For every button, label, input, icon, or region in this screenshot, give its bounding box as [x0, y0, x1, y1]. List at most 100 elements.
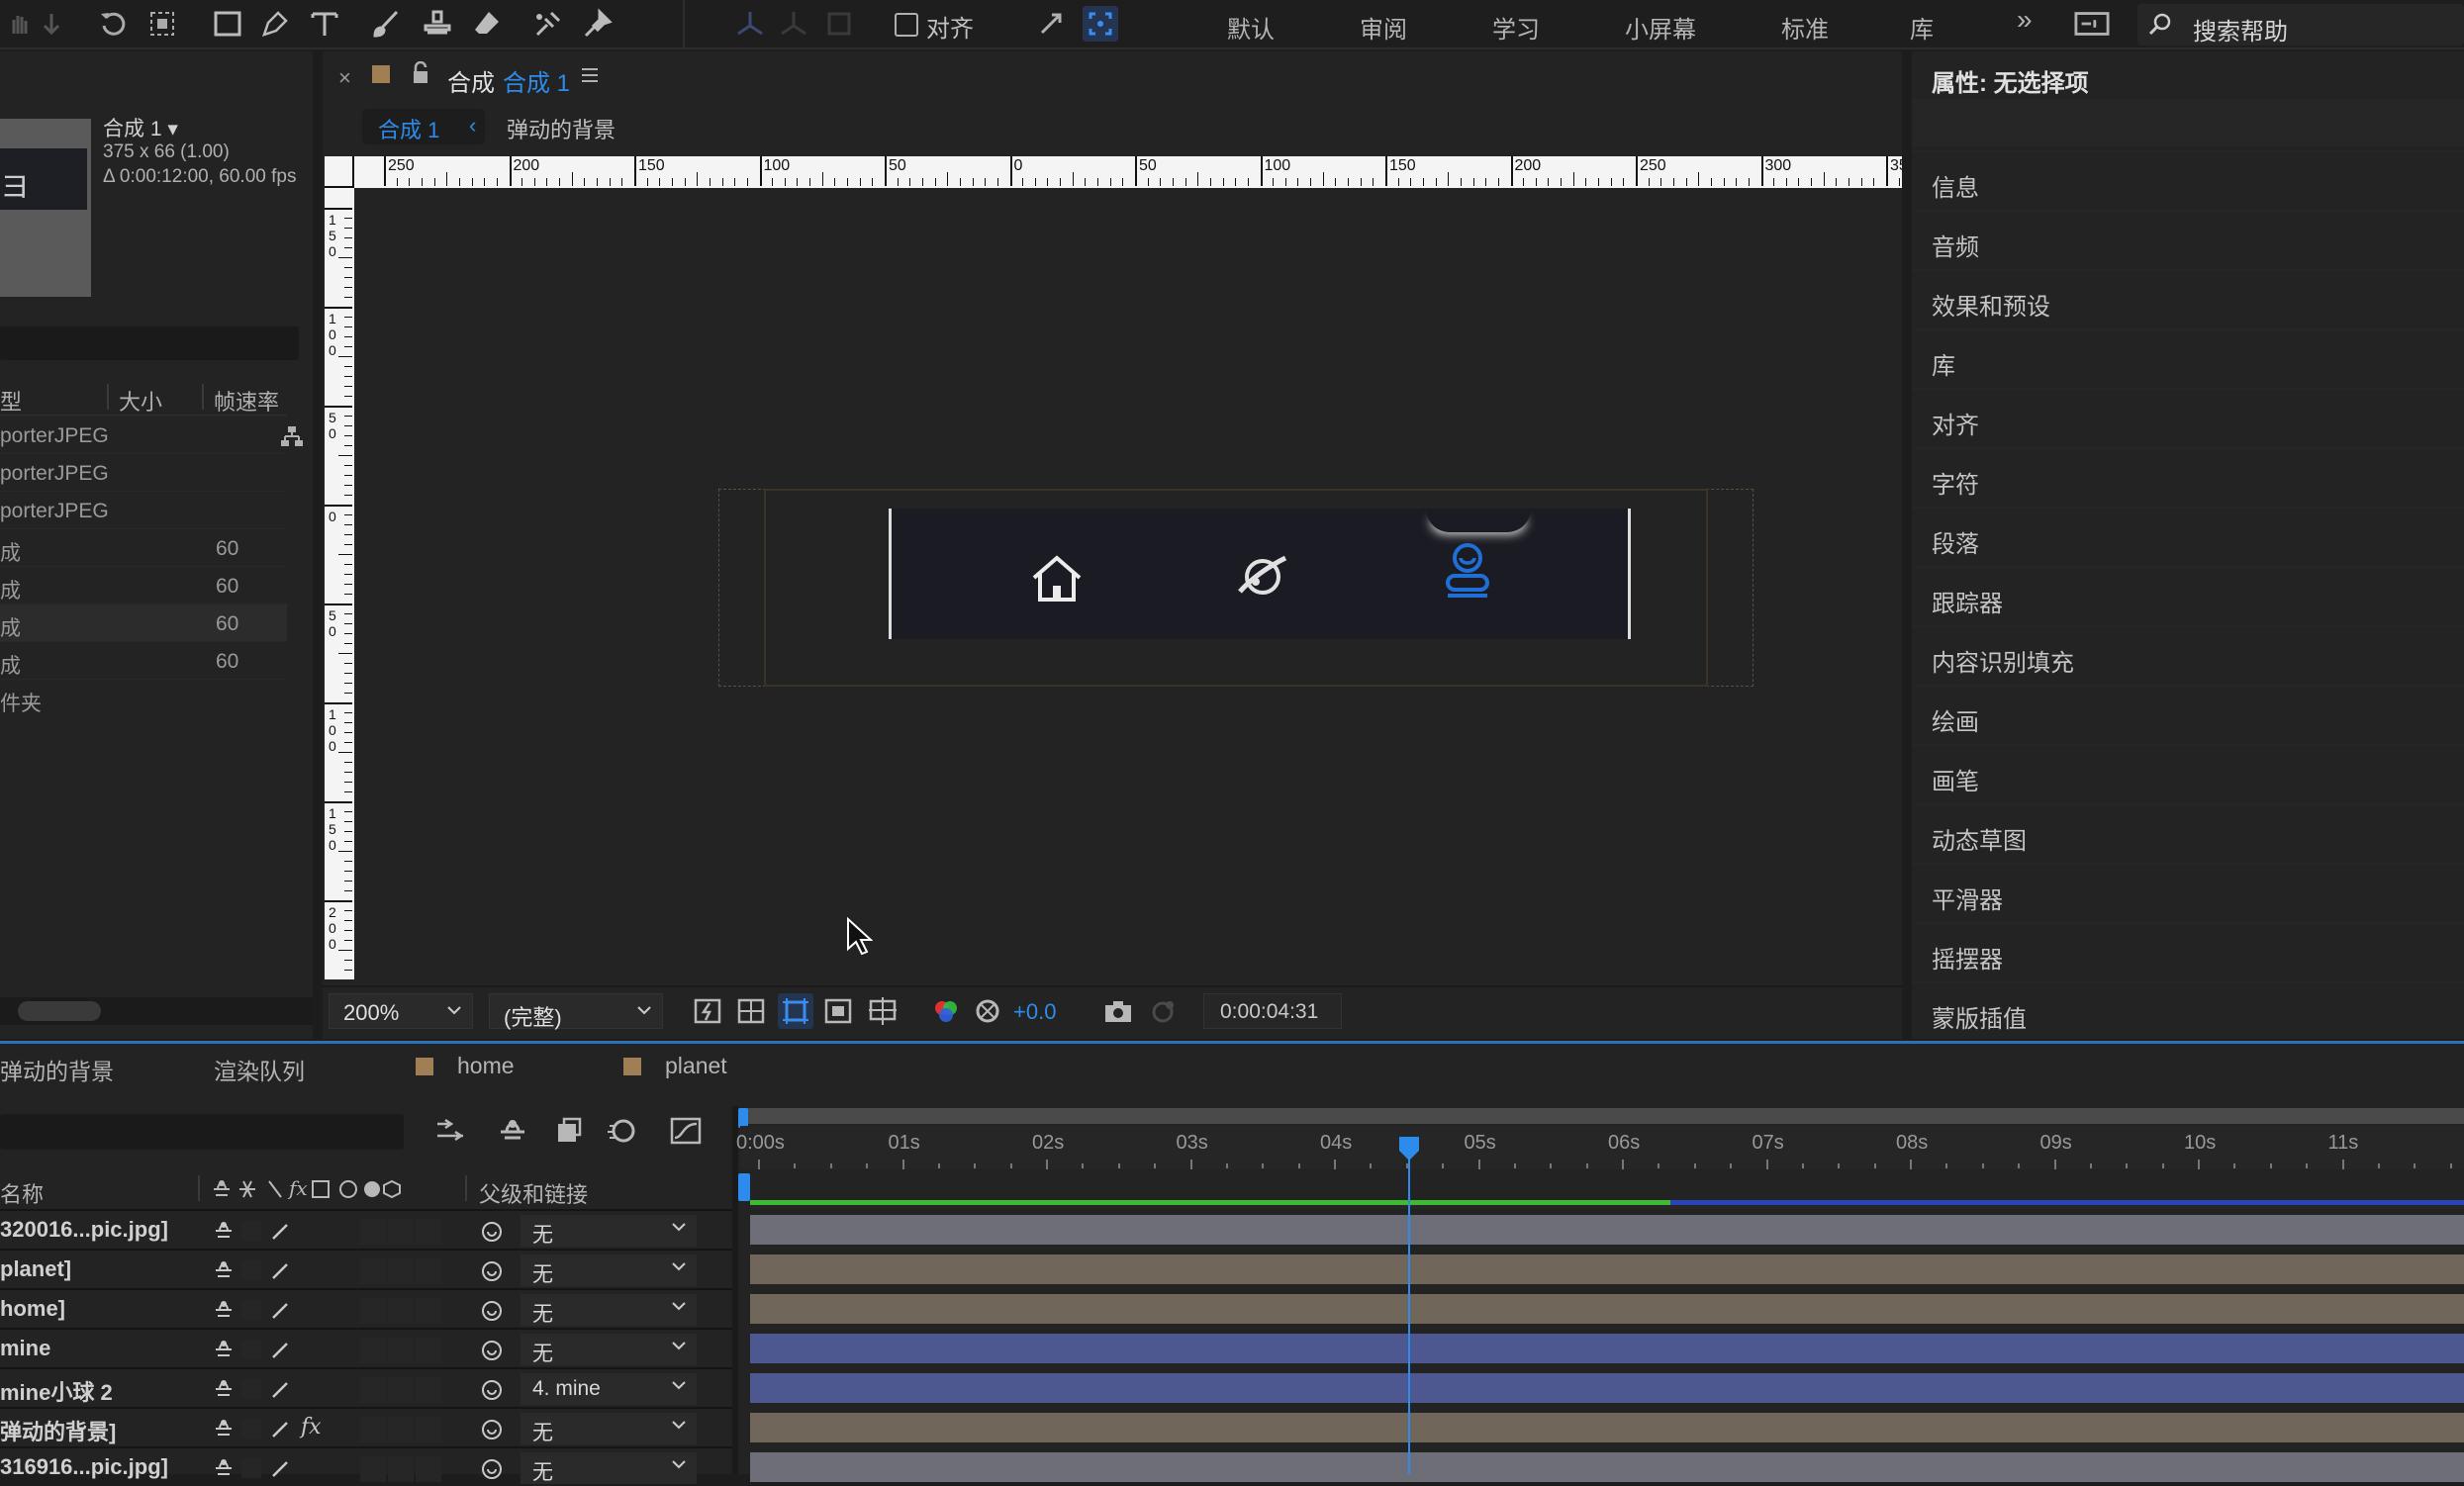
layer-duration-bar[interactable]: [750, 1254, 2464, 1284]
col-layer-name[interactable]: 名称: [0, 1177, 44, 1209]
parent-select[interactable]: 无: [521, 1215, 697, 1247]
work-area-start-handle[interactable]: [738, 1108, 748, 1128]
layer-row[interactable]: planet] 无: [0, 1249, 732, 1288]
mask-path-icon[interactable]: [778, 993, 813, 1029]
layer-switches[interactable]: [212, 1375, 291, 1403]
reset-exposure-icon[interactable]: [974, 997, 1001, 1025]
panel-item[interactable]: 跟踪器: [1912, 566, 2464, 623]
snap-grid-icon[interactable]: [1083, 6, 1118, 42]
region-of-interest-icon[interactable]: [823, 997, 853, 1025]
panel-item[interactable]: 摇摆器: [1912, 922, 2464, 979]
pickwhip-icon[interactable]: [479, 1298, 505, 1324]
layer-switches[interactable]: [212, 1415, 291, 1442]
layer-row[interactable]: home] 无: [0, 1288, 732, 1328]
project-row[interactable]: 件夹: [0, 679, 287, 716]
layer-switches[interactable]: [212, 1256, 291, 1284]
panel-item[interactable]: 对齐: [1912, 388, 2464, 445]
layer-row[interactable]: 316916...pic.jpg] 无: [0, 1446, 732, 1486]
panel-item[interactable]: 内容识别填充: [1912, 625, 2464, 683]
camera-orbit-icon[interactable]: [144, 6, 180, 42]
layer-name[interactable]: 316916...pic.jpg]: [0, 1454, 168, 1480]
layer-name[interactable]: planet]: [0, 1256, 71, 1282]
work-area-bar[interactable]: [740, 1108, 2464, 1124]
align-checkbox[interactable]: [895, 13, 918, 37]
axis-view-icon[interactable]: [821, 6, 857, 42]
project-row[interactable]: porterJPEG: [0, 453, 287, 491]
comp-flowchart-icon[interactable]: [433, 1116, 467, 1146]
current-time-display[interactable]: 0:00:04:31: [1203, 993, 1342, 1029]
layer-row[interactable]: mine小球 2 4. mine: [0, 1367, 732, 1407]
panel-item[interactable]: 动态草图: [1912, 803, 2464, 861]
comp-viewer[interactable]: [354, 188, 1900, 979]
breadcrumb-next[interactable]: 弹动的背景: [507, 113, 616, 144]
zoom-down-icon[interactable]: [34, 6, 69, 42]
parent-select[interactable]: 无: [521, 1413, 697, 1444]
panel-item[interactable]: 平滑器: [1912, 863, 2464, 920]
panel-item[interactable]: 音频: [1912, 210, 2464, 267]
shy-layers-icon[interactable]: [497, 1116, 528, 1146]
col-parent-link[interactable]: 父级和链接: [479, 1177, 588, 1209]
axis-world-icon[interactable]: [776, 6, 811, 42]
layer-duration-bar[interactable]: [750, 1413, 2464, 1442]
workspace-settings-icon[interactable]: [2074, 6, 2110, 42]
resolution-select[interactable]: (完整): [489, 993, 663, 1030]
panel-menu-icon[interactable]: [580, 67, 600, 83]
layer-row[interactable]: 弹动的背景] fx 无: [0, 1407, 732, 1446]
lock-icon[interactable]: [410, 61, 431, 85]
pickwhip-icon[interactable]: [479, 1417, 505, 1442]
col-size-header[interactable]: 大小: [119, 385, 162, 417]
project-search-input[interactable]: [0, 326, 299, 360]
tab-planet[interactable]: planet: [623, 1053, 727, 1079]
flowchart-icon[interactable]: [279, 424, 305, 448]
snap-icon[interactable]: [1033, 6, 1069, 42]
layer-duration-bar[interactable]: [750, 1215, 2464, 1245]
parent-select[interactable]: 4. mine: [521, 1373, 697, 1405]
comp-name[interactable]: 合成 1 ▾: [103, 113, 178, 142]
project-row[interactable]: 成 60: [0, 641, 287, 679]
home-icon[interactable]: [1028, 552, 1086, 605]
close-tab-icon[interactable]: ×: [338, 65, 351, 91]
puppet-pin-icon[interactable]: [580, 6, 616, 42]
layer-duration-bar[interactable]: [750, 1334, 2464, 1363]
zoom-select[interactable]: 200%: [329, 993, 473, 1029]
layer-duration-bar[interactable]: [750, 1294, 2464, 1324]
tab-bounce-bg[interactable]: 弹动的背景: [0, 1053, 114, 1086]
eraser-tool-icon[interactable]: [469, 6, 505, 42]
project-row[interactable]: 成 60: [0, 528, 287, 566]
project-row[interactable]: porterJPEG: [0, 491, 287, 528]
panel-item[interactable]: 段落: [1912, 507, 2464, 564]
transparency-grid-icon[interactable]: [736, 997, 766, 1025]
exposure-value[interactable]: +0.0: [1013, 999, 1056, 1025]
layer-duration-bar[interactable]: [750, 1452, 2464, 1482]
hand-tool-icon[interactable]: [2, 6, 38, 42]
rotate-tool-icon[interactable]: [95, 6, 131, 42]
tab-render-queue[interactable]: 渲染队列: [214, 1053, 305, 1086]
parent-select[interactable]: 无: [521, 1254, 697, 1286]
show-snapshot-icon[interactable]: [1148, 997, 1178, 1025]
panel-item[interactable]: 蒙版插值: [1912, 981, 2464, 1039]
panel-item[interactable]: 绘画: [1912, 685, 2464, 742]
workspace-library[interactable]: 库: [1910, 10, 1934, 45]
layer-name[interactable]: 弹动的背景]: [0, 1415, 116, 1446]
ruler-horizontal[interactable]: 2502001501005005010015020025030035040045…: [354, 156, 1902, 188]
project-row-selected[interactable]: 成 60: [0, 604, 287, 641]
ruler-vertical[interactable]: 1 5 0 1 0 0 5 0 0 5 0 1 0 0 1 5 0 2 0 0: [325, 188, 354, 979]
project-scrollbar-thumb[interactable]: [18, 1001, 101, 1021]
grid-guide-icon[interactable]: [867, 995, 899, 1027]
playhead-handle[interactable]: [1398, 1136, 1420, 1161]
pickwhip-icon[interactable]: [479, 1338, 505, 1363]
layer-search-input[interactable]: [0, 1114, 404, 1150]
parent-select[interactable]: 无: [521, 1452, 697, 1484]
col-fps-header[interactable]: 帧速率: [214, 385, 279, 417]
pickwhip-icon[interactable]: [479, 1258, 505, 1284]
layer-name[interactable]: home]: [0, 1296, 65, 1322]
layer-switches[interactable]: [212, 1217, 291, 1245]
snapshot-camera-icon[interactable]: [1102, 997, 1134, 1025]
layer-fx-icon[interactable]: fx: [301, 1415, 322, 1440]
axis-local-icon[interactable]: [732, 6, 768, 42]
layer-row[interactable]: mine 无: [0, 1328, 732, 1367]
text-tool-icon[interactable]: [307, 6, 342, 42]
clone-stamp-icon[interactable]: [420, 6, 455, 42]
help-search-box[interactable]: 搜索帮助: [2137, 4, 2464, 46]
workspace-more-button[interactable]: »: [2017, 4, 2033, 36]
